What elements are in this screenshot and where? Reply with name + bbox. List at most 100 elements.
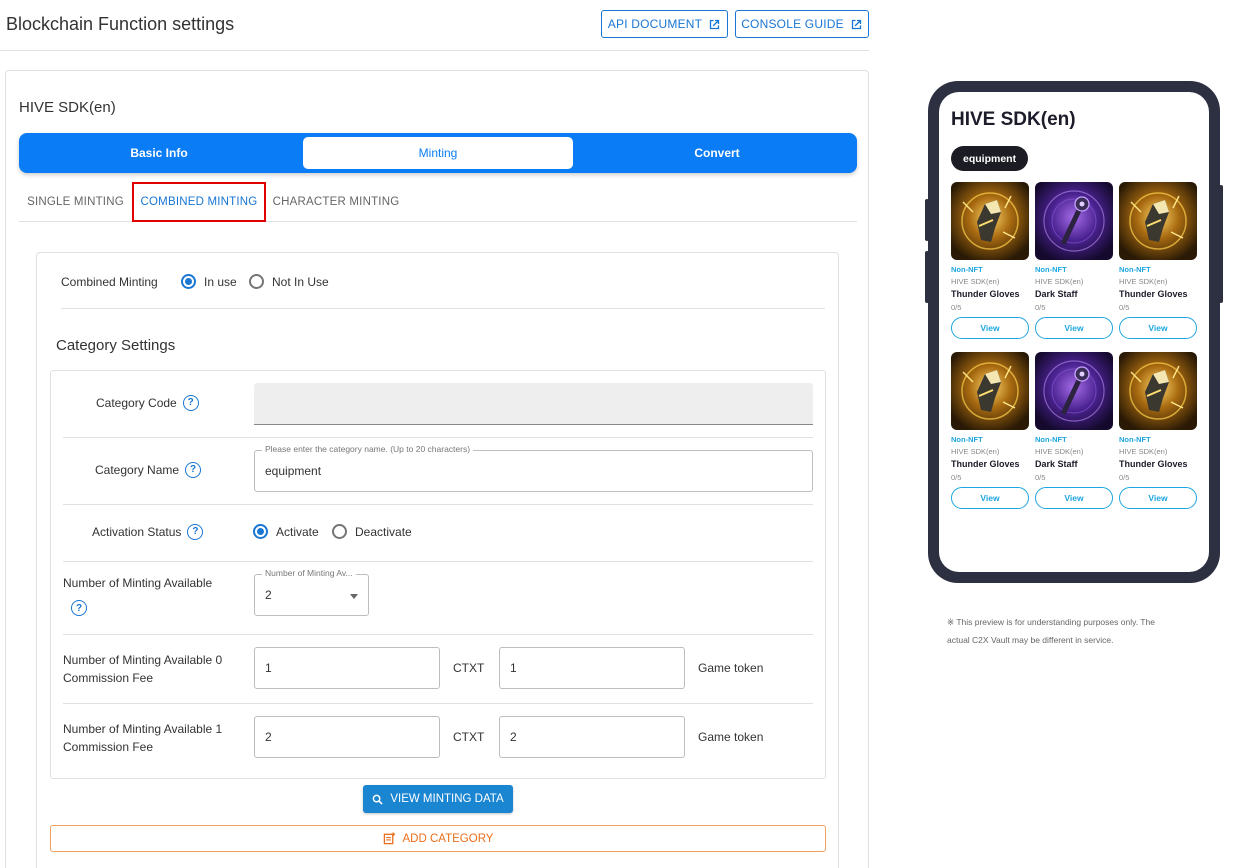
radio-not-in-use-label: Not In Use <box>272 274 329 289</box>
radio-deactivate-label: Deactivate <box>355 524 412 539</box>
item-view-button[interactable]: View <box>1119 317 1197 339</box>
fee-1-ctxt-value: 2 <box>265 730 272 744</box>
item-sdk: HIVE SDK(en) <box>951 447 1000 456</box>
fee-1-label-line2: Commission Fee <box>63 740 154 754</box>
divider <box>63 561 813 562</box>
item-view-button[interactable]: View <box>1035 317 1113 339</box>
divider <box>61 308 825 309</box>
add-category-label: ADD CATEGORY <box>402 832 494 845</box>
item-view-button[interactable]: View <box>1119 487 1197 509</box>
search-icon <box>372 794 384 805</box>
item-name: Dark Staff <box>1035 459 1078 469</box>
dark-staff-image <box>1035 352 1113 430</box>
view-minting-data-button[interactable]: VIEW MINTING DATA <box>363 785 513 813</box>
radio-not-in-use[interactable]: Not In Use <box>249 274 329 289</box>
fee-1-ctxt-unit: CTXT <box>453 730 485 744</box>
help-icon[interactable]: ? <box>71 600 87 616</box>
phone-preview: HIVE SDK(en) equipment Non-NFT HIVE SDK(e… <box>925 81 1223 583</box>
fee-1-label-line1: Number of Minting Available 1 <box>63 722 223 736</box>
category-name-label-row: Category Name ? <box>95 461 202 479</box>
subtab-character-minting[interactable]: CHARACTER MINTING <box>272 182 400 222</box>
item-sdk: HIVE SDK(en) <box>1035 447 1084 456</box>
preview-note-line1: ※ This preview is for understanding purp… <box>947 617 1155 627</box>
fee-1-token-input[interactable]: 2 <box>499 716 685 758</box>
preview-item-card: Non-NFT HIVE SDK(en) Thunder Gloves 0/5 View <box>951 182 1029 339</box>
tab-convert[interactable]: Convert <box>582 137 852 169</box>
combined-minting-label: Combined Minting <box>61 275 158 289</box>
fee-0-token-value: 1 <box>510 661 517 675</box>
radio-in-use[interactable]: In use <box>181 274 237 289</box>
tab-basic-info[interactable]: Basic Info <box>24 137 294 169</box>
console-guide-button[interactable]: CONSOLE GUIDE <box>735 10 869 38</box>
item-type: Non-NFT <box>1035 265 1067 274</box>
item-type: Non-NFT <box>1035 435 1067 444</box>
fee-1-token-unit: Game token <box>698 730 764 744</box>
radio-activate[interactable]: Activate <box>253 524 319 539</box>
fee-0-ctxt-input[interactable]: 1 <box>254 647 440 689</box>
fee-0-label-line2: Commission Fee <box>63 671 154 685</box>
thunder-gloves-image <box>1119 352 1197 430</box>
main-tabbar: Basic Info Minting Convert <box>19 133 857 173</box>
view-minting-data-label: VIEW MINTING DATA <box>390 793 504 805</box>
item-view-button[interactable]: View <box>951 317 1029 339</box>
activation-status-label-row: Activation Status ? <box>92 523 204 541</box>
preview-category-chip[interactable]: equipment <box>951 146 1029 171</box>
console-guide-label: CONSOLE GUIDE <box>741 17 844 31</box>
subtab-combined-minting[interactable]: COMBINED MINTING <box>132 182 266 222</box>
minting-count-label: Number of Minting Available <box>63 576 213 590</box>
subtab-single-minting[interactable]: SINGLE MINTING <box>19 182 132 222</box>
preview-item-card: Non-NFT HIVE SDK(en) Thunder Gloves 0/5 View <box>951 352 1029 509</box>
fee-0-token-input[interactable]: 1 <box>499 647 685 689</box>
help-icon[interactable]: ? <box>187 524 204 540</box>
minting-subtabs: SINGLE MINTING COMBINED MINTING CHARACTE… <box>19 182 857 222</box>
fee-0-token-unit: Game token <box>698 661 764 675</box>
radio-deactivate[interactable]: Deactivate <box>332 524 412 539</box>
help-icon[interactable]: ? <box>182 395 199 411</box>
item-count: 0/5 <box>1119 303 1130 312</box>
page-title: Blockchain Function settings <box>6 14 235 34</box>
radio-in-use-label: In use <box>204 274 237 289</box>
preview-item-card: Non-NFT HIVE SDK(en) Dark Staff 0/5 View <box>1035 182 1113 339</box>
fee-1-label: Number of Minting Available 1 Commission… <box>63 720 222 756</box>
minting-count-value: 2 <box>265 588 272 602</box>
help-icon[interactable]: ? <box>185 462 202 478</box>
tab-minting[interactable]: Minting <box>303 137 573 169</box>
thunder-gloves-image <box>951 182 1029 260</box>
add-note-icon <box>383 832 395 845</box>
preview-item-card: Non-NFT HIVE SDK(en) Thunder Gloves 0/5 View <box>1119 352 1197 509</box>
item-type: Non-NFT <box>1119 435 1151 444</box>
fee-0-ctxt-value: 1 <box>265 661 272 675</box>
item-name: Thunder Gloves <box>1119 289 1188 299</box>
item-count: 0/5 <box>951 473 962 482</box>
category-code-label: Category Code <box>96 396 177 410</box>
preview-note-line2: actual C2X Vault may be different in ser… <box>947 635 1114 645</box>
item-count: 0/5 <box>1035 473 1046 482</box>
activation-status-label: Activation Status <box>92 525 182 539</box>
minting-count-select[interactable]: Number of Minting Av... 2 <box>254 568 369 616</box>
fee-1-ctxt-input[interactable]: 2 <box>254 716 440 758</box>
preview-note: ※ This preview is for understanding purp… <box>947 613 1197 649</box>
category-code-label-row: Category Code ? <box>96 394 199 412</box>
category-name-label: Category Name <box>95 463 180 477</box>
radio-unchecked-icon <box>332 524 347 539</box>
fee-0-ctxt-unit: CTXT <box>453 661 485 675</box>
category-settings-title: Category Settings <box>56 337 176 354</box>
api-document-button[interactable]: API DOCUMENT <box>601 10 728 38</box>
category-name-input[interactable]: Please enter the category name. (Up to 2… <box>254 444 813 492</box>
item-sdk: HIVE SDK(en) <box>1119 447 1168 456</box>
item-sdk: HIVE SDK(en) <box>951 277 1000 286</box>
radio-unchecked-icon <box>249 274 264 289</box>
category-name-placeholder: Please enter the category name. (Up to 2… <box>262 444 474 454</box>
category-name-value: equipment <box>265 464 322 478</box>
category-code-field <box>254 383 813 425</box>
item-name: Thunder Gloves <box>951 459 1020 469</box>
external-link-icon <box>851 19 861 29</box>
item-sdk: HIVE SDK(en) <box>1119 277 1168 286</box>
item-view-button[interactable]: View <box>1035 487 1113 509</box>
item-count: 0/5 <box>951 303 962 312</box>
external-link-icon <box>710 19 720 29</box>
add-category-button[interactable]: ADD CATEGORY <box>50 825 826 852</box>
fee-0-label-line1: Number of Minting Available 0 <box>63 653 223 667</box>
item-view-button[interactable]: View <box>951 487 1029 509</box>
item-name: Thunder Gloves <box>1119 459 1188 469</box>
